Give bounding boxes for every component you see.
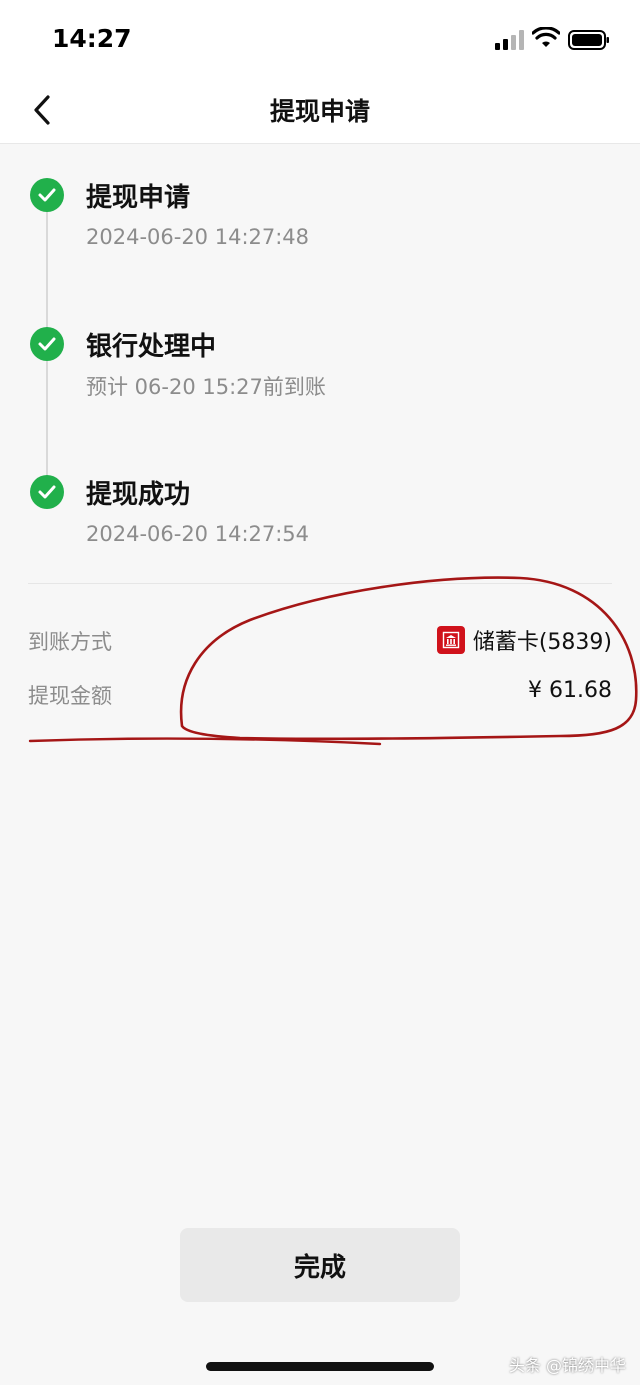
timeline-step-success: 提现成功 2024-06-20 14:27:54	[0, 442, 640, 546]
payout-method-value: 储蓄卡(5839)	[436, 624, 612, 656]
step-time: 2024-06-20 14:27:48	[86, 225, 310, 249]
watermark-text: 头条 @锦绣中华	[508, 1356, 626, 1375]
status-bar: 14:27	[0, 0, 640, 80]
nav-bar: 提现申请	[0, 80, 640, 144]
step-title: 银行处理中	[86, 332, 217, 362]
page-title: 提现申请	[269, 97, 370, 126]
check-icon	[30, 178, 64, 212]
withdrawal-amount-value: ¥ 61.68	[528, 678, 612, 703]
signal-icon	[495, 30, 524, 50]
payout-method-row: 到账方式 储蓄卡(5839)	[28, 622, 612, 658]
timeline-step-submitted: 提现申请 2024-06-20 14:27:48	[0, 145, 640, 249]
step-title: 提现成功	[86, 480, 191, 510]
home-indicator[interactable]	[206, 1362, 434, 1371]
timeline-step-processing: 银行处理中 预计 06-20 15:27前到账	[0, 294, 640, 399]
wifi-icon	[532, 27, 560, 47]
payout-method-label: 到账方式	[28, 630, 112, 654]
battery-icon	[568, 30, 609, 50]
card-name: 储蓄卡(5839)	[472, 630, 612, 655]
check-icon	[30, 475, 64, 509]
step-time: 2024-06-20 14:27:54	[86, 522, 310, 546]
withdrawal-amount-label: 提现金额	[28, 684, 112, 708]
red-circle-annotation	[28, 576, 638, 746]
withdrawal-amount-row: 提现金额 ¥ 61.68	[28, 676, 612, 712]
section-divider	[28, 583, 612, 584]
step-estimate: 预计 06-20 15:27前到账	[86, 375, 326, 399]
step-title: 提现申请	[86, 183, 191, 213]
status-time: 14:27	[52, 24, 132, 53]
done-button[interactable]: 完成	[180, 1228, 460, 1302]
withdrawal-detail-page: 14:27 提现申请 提现申请 2024-06-20 14:27:48 银行处理…	[0, 0, 640, 1385]
bank-icon	[436, 626, 465, 654]
check-icon	[30, 327, 64, 361]
